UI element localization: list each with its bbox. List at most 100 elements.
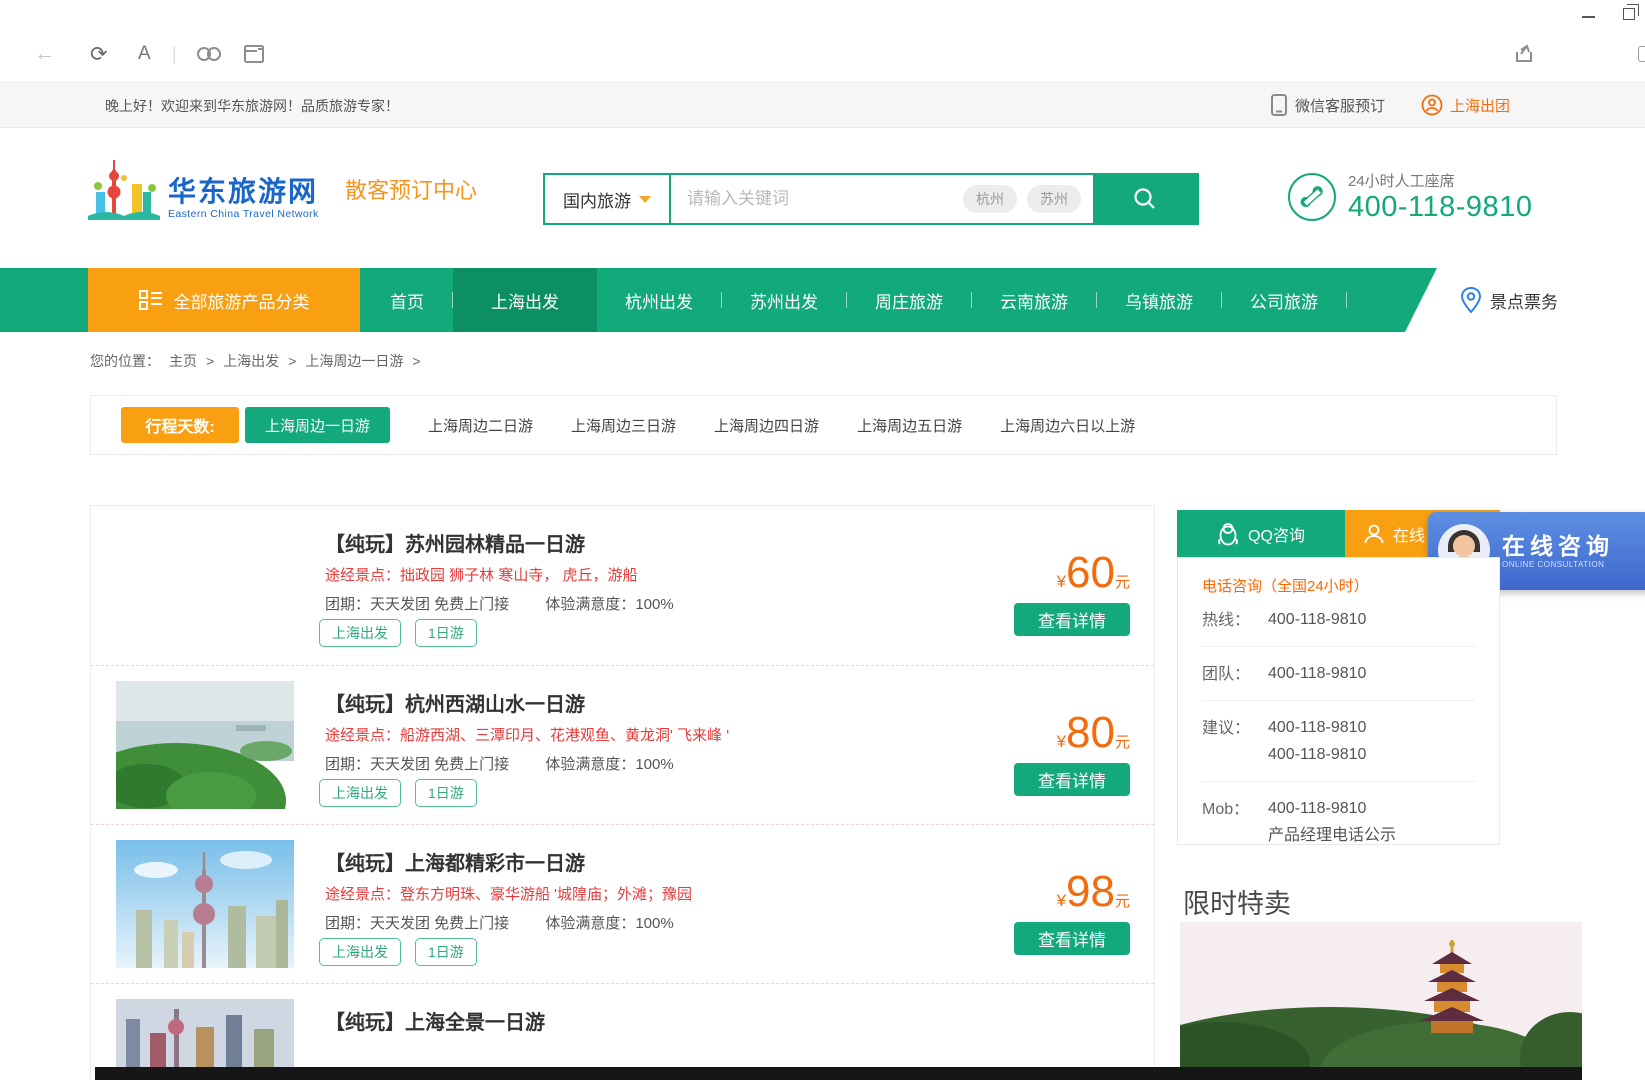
price-value: 60 — [1066, 548, 1115, 597]
product-schedule: 团期：天天发团 免费上门接 — [325, 756, 509, 773]
view-details-button[interactable]: 查看详情 — [1014, 603, 1130, 636]
all-products-button[interactable]: 全部旅游产品分类 — [88, 268, 360, 332]
search-box: 国内旅游 杭州 苏州 — [543, 173, 1199, 225]
product-tag-depart: 上海出发 — [319, 938, 401, 966]
filter-option-1day-active[interactable]: 上海周边一日游 — [245, 407, 390, 443]
reading-mode-icon[interactable] — [244, 40, 264, 68]
browser-toolbar: ← ⟳ A | — [0, 30, 1645, 80]
refresh-icon[interactable]: ⟳ — [90, 40, 108, 68]
nav-item-hangzhou[interactable]: 杭州出发 — [597, 268, 721, 332]
product-image-westlake[interactable] — [116, 681, 294, 809]
slogan-text: 散客预订中心 — [345, 173, 477, 205]
breadcrumb-separator: > — [206, 353, 214, 369]
phone-row-mob: Mob： 400-118-9810 产品经理电话公示 — [1202, 781, 1475, 862]
product-satisfaction: 体验满意度：100% — [545, 596, 673, 613]
product-title[interactable]: 【纯玩】上海全景一日游 — [325, 1006, 545, 1035]
view-details-button[interactable]: 查看详情 — [1014, 763, 1130, 796]
mobile-phone-icon — [1271, 94, 1287, 116]
breadcrumb-separator: > — [412, 353, 420, 369]
breadcrumb-level2[interactable]: 上海周边一日游 — [305, 351, 403, 371]
filter-option-4day[interactable]: 上海周边四日游 — [714, 415, 819, 436]
qq-consult-tab[interactable]: QQ咨询 — [1177, 510, 1345, 557]
back-icon[interactable]: ← — [34, 40, 55, 68]
price-value: 98 — [1066, 867, 1115, 916]
font-size-icon[interactable]: A — [138, 40, 151, 68]
ticket-service-label: 景点票务 — [1490, 288, 1558, 313]
nav-item-shanghai[interactable]: 上海出发 — [453, 268, 597, 332]
product-title[interactable]: 【纯玩】苏州园林精品一日游 — [325, 528, 585, 557]
search-hot-tag-suzhou[interactable]: 苏州 — [1027, 185, 1081, 213]
flash-sale-title: 限时特卖 — [1183, 882, 1291, 921]
site-header: 华东旅游网 Eastern China Travel Network 散客预订中… — [0, 128, 1645, 268]
bottom-taskbar — [95, 1067, 1582, 1080]
shanghai-depart-label: 上海出团 — [1450, 95, 1510, 116]
toolbar-divider: | — [172, 40, 177, 68]
breadcrumb-level1[interactable]: 上海出发 — [223, 351, 279, 371]
nav-item-wuzhen[interactable]: 乌镇旅游 — [1097, 268, 1221, 332]
ticket-service-tab[interactable]: 景点票务 — [1405, 268, 1645, 332]
search-input[interactable] — [671, 175, 963, 223]
phone-consult-card: 电话咨询（全国24小时） 热线： 400-118-9810 团队： 400-11… — [1177, 557, 1500, 845]
online-consult-label: 在线 — [1393, 522, 1425, 546]
price-unit: 元 — [1115, 893, 1130, 910]
nav-item-home[interactable]: 首页 — [362, 268, 452, 332]
breadcrumb: 您的位置： 主页 > 上海出发 > 上海周边一日游 > — [90, 351, 421, 371]
nav-item-suzhou[interactable]: 苏州出发 — [722, 268, 846, 332]
search-category-dropdown[interactable]: 国内旅游 — [545, 175, 671, 223]
link-icon[interactable] — [196, 40, 222, 68]
window-minimize-button[interactable] — [1582, 16, 1595, 18]
phone-row-value: 400-118-9810 — [1268, 714, 1366, 741]
wechat-service-link[interactable]: 微信客服预订 — [1271, 94, 1385, 116]
view-details-button[interactable]: 查看详情 — [1014, 922, 1130, 955]
phone-row-hotline: 热线： 400-118-9810 — [1202, 596, 1475, 646]
search-icon — [1132, 186, 1158, 212]
banner-subtitle: ONLINE CONSULTATION — [1502, 560, 1614, 569]
product-route: 途经景点：拙政园 狮子林 寒山寺， 虎丘，游船 — [325, 564, 638, 585]
phone-row-suggest: 建议： 400-118-9810 400-118-9810 — [1202, 700, 1475, 781]
price-unit: 元 — [1115, 734, 1130, 751]
product-row-hangzhou: 【纯玩】杭州西湖山水一日游 途经景点：船游西湖、三潭印月、花港观鱼、黄龙洞' 飞… — [91, 665, 1154, 824]
phone-row-label: 团队： — [1202, 660, 1268, 687]
search-button[interactable] — [1093, 175, 1197, 223]
product-price: ¥80元 — [1057, 708, 1130, 758]
phone-row-label: Mob： — [1202, 795, 1268, 849]
edge-partial-icon[interactable] — [1638, 46, 1645, 62]
product-title[interactable]: 【纯玩】上海都精彩市一日游 — [325, 847, 585, 876]
price-currency: ¥ — [1057, 732, 1066, 751]
search-hot-tag-hangzhou[interactable]: 杭州 — [963, 185, 1017, 213]
qq-consult-label: QQ咨询 — [1248, 522, 1305, 546]
phone-row-team: 团队： 400-118-9810 — [1202, 646, 1475, 700]
agent-icon — [1363, 523, 1385, 545]
product-route: 途经景点：船游西湖、三潭印月、花港观鱼、黄龙洞' 飞来峰 ' — [325, 724, 729, 745]
product-title[interactable]: 【纯玩】杭州西湖山水一日游 — [325, 688, 585, 717]
filter-option-5day[interactable]: 上海周边五日游 — [857, 415, 962, 436]
nav-item-yunnan[interactable]: 云南旅游 — [972, 268, 1096, 332]
shanghai-depart-link[interactable]: 上海出团 — [1421, 94, 1510, 116]
product-row-suzhou: 【纯玩】苏州园林精品一日游 途经景点：拙政园 狮子林 寒山寺， 虎丘，游船 团期… — [91, 506, 1154, 665]
product-route: 途经景点：登东方明珠、豪华游船 '城隍庙；外滩；豫园 — [325, 883, 692, 904]
phone-row-note: 产品经理电话公示 — [1268, 822, 1396, 849]
product-price: ¥98元 — [1057, 867, 1130, 917]
product-image-placeholder[interactable] — [116, 521, 294, 649]
price-currency: ¥ — [1057, 891, 1066, 910]
site-logo[interactable]: 华东旅游网 Eastern China Travel Network — [88, 158, 319, 220]
breadcrumb-home[interactable]: 主页 — [169, 351, 197, 371]
nav-separator — [1346, 292, 1347, 308]
product-price: ¥60元 — [1057, 548, 1130, 598]
product-image-shanghai[interactable] — [116, 840, 294, 968]
location-pin-icon — [1461, 287, 1481, 313]
user-icon — [1421, 94, 1443, 116]
product-satisfaction: 体验满意度：100% — [545, 756, 673, 773]
nav-item-zhouzhuang[interactable]: 周庄旅游 — [847, 268, 971, 332]
product-tag-duration: 1日游 — [415, 779, 477, 807]
product-tag-depart: 上海出发 — [319, 779, 401, 807]
window-restore-button[interactable] — [1623, 8, 1635, 20]
flash-sale-image-pagoda[interactable] — [1180, 922, 1582, 1067]
nav-item-company[interactable]: 公司旅游 — [1222, 268, 1346, 332]
filter-option-3day[interactable]: 上海周边三日游 — [571, 415, 676, 436]
filter-option-2day[interactable]: 上海周边二日游 — [428, 415, 533, 436]
product-schedule: 团期：天天发团 免费上门接 — [325, 915, 509, 932]
filter-option-6day[interactable]: 上海周边六日以上游 — [1000, 415, 1135, 436]
share-icon[interactable] — [1513, 40, 1535, 68]
phone-icon — [1288, 173, 1336, 221]
